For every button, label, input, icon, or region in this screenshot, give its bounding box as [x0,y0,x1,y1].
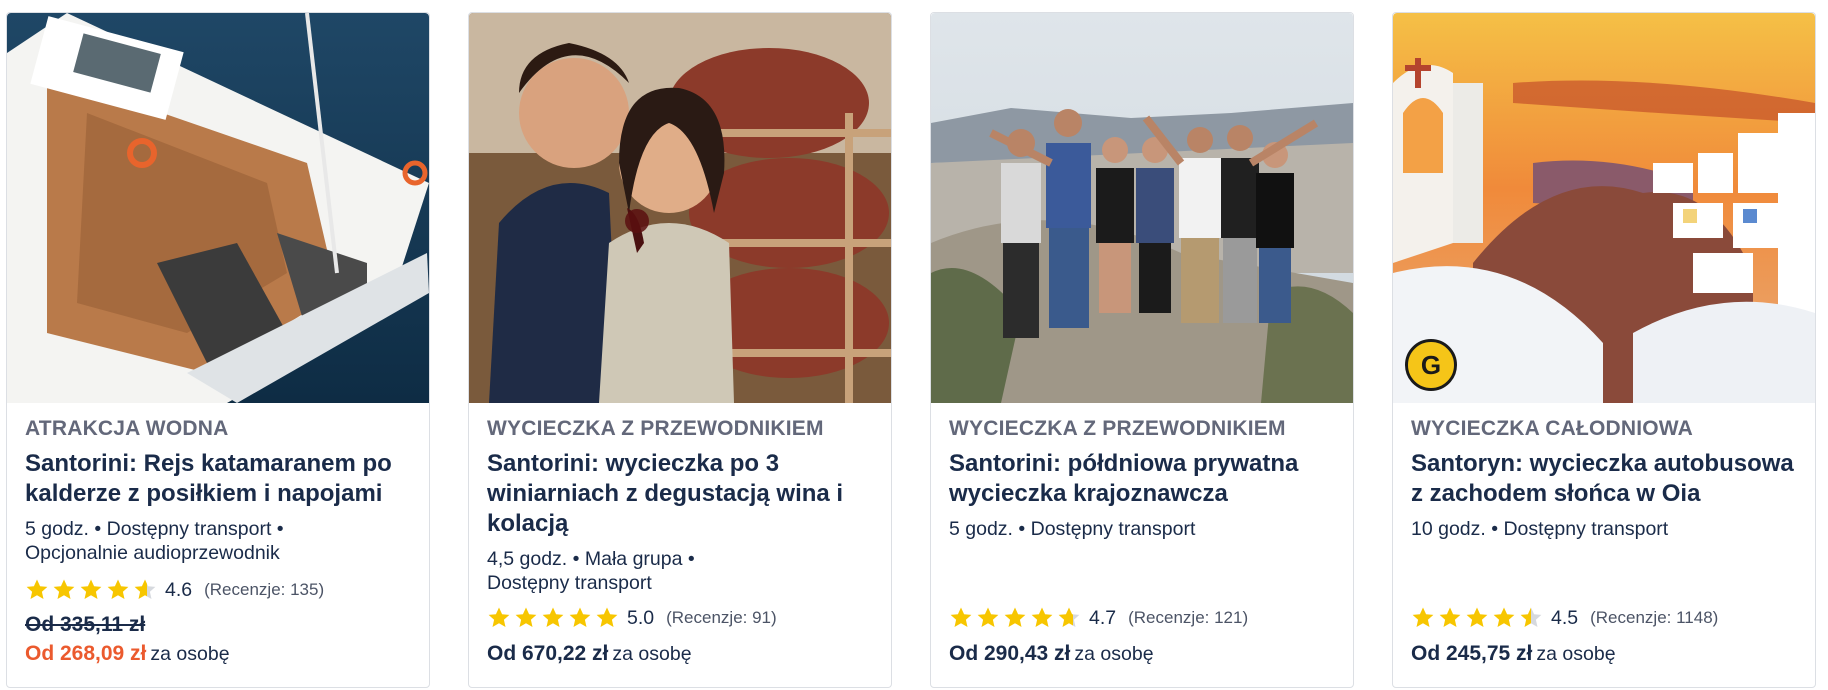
star-icon [515,607,537,627]
card-category: WYCIECZKA Z PRZEWODNIKIEM [487,417,824,440]
activity-card-wineries[interactable]: WYCIECZKA Z PRZEWODNIKIEM Santorini: wyc… [468,12,892,688]
price-unit: za osobę [612,643,692,665]
rating-value: 4.7 [1089,606,1117,629]
star-icon [1493,607,1515,627]
star-rating [487,606,619,630]
star-icon [1439,607,1461,627]
star-icon [1520,607,1542,627]
review-count: (Recenzje: 135) [204,580,325,599]
card-meta-line: Opcjonalnie audioprzewodnik [25,542,280,564]
price-value: Od 290,43 zł [949,642,1071,665]
price: Od 268,09 zł za osobę [25,639,413,669]
price-unit: za osobę [1074,643,1154,665]
review-count: (Recenzje: 91) [666,608,777,627]
activity-card-catamaran[interactable]: ATRAKCJA WODNA Santorini: Rejs katamaran… [6,12,430,688]
star-icon [488,607,510,627]
rating-value: 5.0 [627,606,655,629]
star-icon [569,607,591,627]
rating: 4.7 (Recenzje: 121) [949,603,1337,633]
oia-sunset-photo [1393,13,1815,403]
price: Od 290,43 zł za osobę [949,639,1337,669]
rating-value: 4.5 [1551,606,1579,629]
star-icon [107,579,129,599]
star-icon [134,579,156,599]
card-title[interactable]: Santorini: Rejs katamaranem po kalderze … [25,449,413,509]
card-meta-line: Dostępny transport [487,572,652,594]
card-meta-line: 4,5 godz. • Mała grupa • [487,548,695,570]
star-rating [949,606,1081,630]
activity-card-oia-sunset[interactable]: G WYCIECZKA CAŁODNIOWA Santoryn: wyciecz… [1392,12,1816,688]
price-value: Od 670,22 zł [487,642,609,665]
price: Od 670,22 zł za osobę [487,639,875,669]
star-icon [1412,607,1434,627]
star-icon [1466,607,1488,627]
rating: 4.6 (Recenzje: 135) [25,575,413,605]
star-icon [596,607,618,627]
card-image[interactable]: G [1393,13,1815,403]
card-meta-line: 5 godz. • Dostępny transport • [25,518,284,540]
price-unit: za osobę [1536,643,1616,665]
card-meta-line: 10 godz. • Dostępny transport [1411,518,1669,540]
card-category: ATRAKCJA WODNA [25,417,229,440]
rating-value: 4.6 [165,578,193,601]
price-unit: za osobę [150,643,230,665]
card-title[interactable]: Santorini: wycieczka po 3 winiarniach z … [487,449,875,539]
star-rating [1411,606,1543,630]
review-count: (Recenzje: 121) [1128,608,1249,627]
card-title[interactable]: Santoryn: wycieczka autobusowa z zachode… [1411,449,1799,509]
catamaran-photo [7,13,429,403]
card-image[interactable] [931,13,1353,403]
group-photo [931,13,1353,403]
price-value: Od 245,75 zł [1411,642,1533,665]
card-image[interactable] [7,13,429,403]
star-icon [1004,607,1026,627]
star-icon [53,579,75,599]
activity-card-private-tour[interactable]: WYCIECZKA Z PRZEWODNIKIEM Santorini: pół… [930,12,1354,688]
original-price: Od 335,11 zł [25,613,146,636]
price-value: Od 268,09 zł [25,642,147,665]
star-icon [80,579,102,599]
card-title[interactable]: Santorini: półdniowa prywatna wycieczka … [949,449,1337,509]
card-meta-line: 5 godz. • Dostępny transport [949,518,1196,540]
star-icon [1031,607,1053,627]
card-image[interactable] [469,13,891,403]
rating: 4.5 (Recenzje: 1148) [1411,603,1799,633]
star-icon [1058,607,1080,627]
star-icon [977,607,999,627]
wine-tasting-photo [469,13,891,403]
review-count: (Recenzje: 1148) [1590,608,1719,627]
star-icon [26,579,48,599]
price: Od 245,75 zł za osobę [1411,639,1799,669]
card-category: WYCIECZKA Z PRZEWODNIKIEM [949,417,1286,440]
star-rating [25,578,157,602]
getyourguide-originals-icon: G [1405,339,1457,391]
star-icon [950,607,972,627]
star-icon [542,607,564,627]
rating: 5.0 (Recenzje: 91) [487,603,875,633]
card-category: WYCIECZKA CAŁODNIOWA [1411,417,1694,440]
